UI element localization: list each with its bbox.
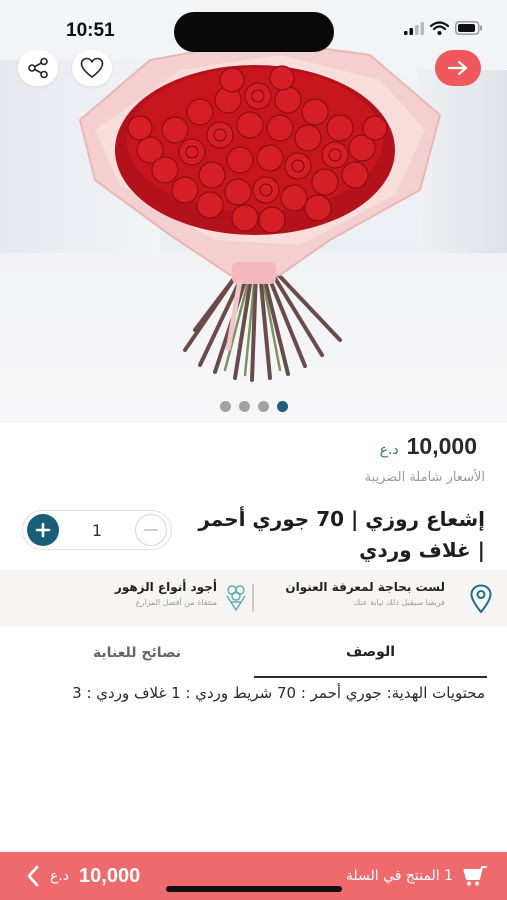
flowers-info: أجود أنواع الزهور منتقاة من أفضل المزارع [115, 580, 217, 607]
share-button[interactable] [18, 50, 58, 86]
cart-count-group[interactable]: 1 المنتج في السلة [346, 865, 487, 887]
wifi-icon [430, 21, 449, 35]
tab-care-tips[interactable]: نصائح للعناية [20, 628, 254, 678]
address-info-subtitle: فريقنا سيقبل ذلك نيابة عنك [353, 598, 445, 607]
cart-total-group[interactable]: د.ع 10,000 [26, 865, 140, 888]
product-tabs: الوصف نصائح للعناية [0, 628, 507, 678]
chevron-left-icon [27, 865, 39, 887]
price-currency: د.ع [379, 442, 399, 458]
address-info-title: لست بحاجة لمعرفة العنوان [285, 580, 445, 594]
tax-note: الأسعار شاملة الضريبة [364, 470, 485, 485]
arrow-right-icon [447, 60, 468, 76]
quantity-stepper: 1 [22, 510, 172, 550]
info-divider [252, 584, 254, 612]
address-info: لست بحاجة لمعرفة العنوان فريقنا سيقبل ذل… [285, 580, 445, 607]
back-button[interactable] [435, 50, 481, 86]
product-title: إشعاع روزي | 70 جوري أحمر | غلاف وردي [198, 507, 485, 562]
location-pin-icon [470, 584, 492, 614]
signal-icon [404, 21, 424, 35]
increase-quantity-button[interactable] [27, 514, 59, 546]
carousel-indicator[interactable] [0, 401, 507, 412]
cart-count: 1 المنتج في السلة [345, 868, 453, 884]
cart-total: 10,000 [79, 864, 141, 887]
tab-description[interactable]: الوصف [254, 628, 487, 678]
cart-currency: د.ع [50, 868, 70, 884]
decrease-quantity-button[interactable] [135, 514, 167, 546]
cart-bar[interactable]: د.ع 10,000 1 المنتج في السلة [0, 852, 507, 900]
carousel-dot[interactable] [238, 401, 250, 412]
quantity-value[interactable]: 1 [92, 521, 102, 540]
price-row: د.ع 10,000 [380, 433, 477, 460]
info-strip: لست بحاجة لمعرفة العنوان فريقنا سيقبل ذل… [0, 570, 507, 627]
carousel-dot-active[interactable] [276, 401, 288, 412]
flowers-info-subtitle: منتقاة من أفضل المزارع [135, 598, 217, 607]
carousel-dot[interactable] [257, 401, 269, 412]
cart-icon [463, 866, 487, 886]
status-time: 10:51 [66, 20, 115, 41]
favorite-button[interactable] [72, 50, 112, 86]
minus-icon [144, 529, 158, 531]
carousel-dot[interactable] [219, 401, 231, 412]
status-icons [404, 21, 483, 35]
flowers-info-title: أجود أنواع الزهور [114, 580, 217, 594]
battery-icon [455, 21, 482, 35]
description-text: محتويات الهدية: جوري أحمر : 70 شريط وردي… [72, 684, 485, 702]
home-indicator [166, 886, 342, 892]
heart-icon [80, 57, 104, 79]
product-price: 10,000 [406, 433, 477, 459]
plus-icon [35, 522, 51, 538]
flower-icon [226, 585, 246, 612]
share-icon [28, 57, 48, 79]
dynamic-island [174, 12, 334, 52]
